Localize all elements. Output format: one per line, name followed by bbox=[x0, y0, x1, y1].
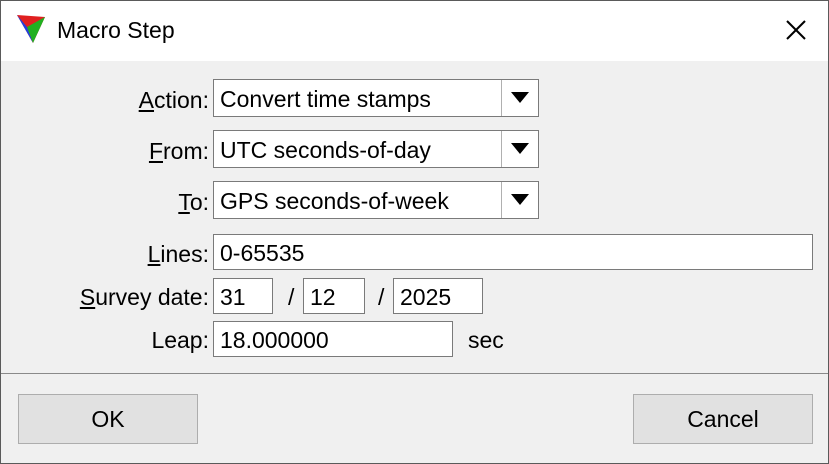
title-bar: Macro Step bbox=[1, 1, 828, 61]
survey-month-value: 12 bbox=[310, 284, 336, 310]
from-label: From: bbox=[148, 138, 209, 164]
to-label: To: bbox=[178, 189, 209, 215]
leap-unit: sec bbox=[468, 327, 504, 353]
from-value: UTC seconds-of-day bbox=[220, 137, 431, 163]
to-select[interactable]: GPS seconds-of-week bbox=[213, 181, 539, 219]
survey-year-value: 2025 bbox=[400, 284, 452, 310]
leap-input[interactable]: 18.000000 bbox=[213, 321, 453, 357]
lines-label: Lines: bbox=[147, 241, 209, 267]
action-select[interactable]: Convert time stamps bbox=[213, 79, 539, 117]
app-triangle-icon bbox=[17, 15, 45, 43]
date-separator: / bbox=[378, 284, 385, 310]
survey-year-input[interactable]: 2025 bbox=[393, 278, 483, 314]
chevron-down-icon bbox=[511, 194, 529, 205]
from-dropdown-button[interactable] bbox=[501, 131, 538, 167]
to-dropdown-button[interactable] bbox=[501, 182, 538, 218]
window-title: Macro Step bbox=[57, 17, 175, 43]
action-label: Action: bbox=[138, 87, 209, 113]
lines-value: 0-65535 bbox=[220, 240, 305, 266]
survey-day-input[interactable]: 31 bbox=[213, 278, 273, 314]
cancel-button[interactable]: Cancel bbox=[633, 394, 813, 444]
from-select[interactable]: UTC seconds-of-day bbox=[213, 130, 539, 168]
separator bbox=[1, 373, 828, 374]
ok-button[interactable]: OK bbox=[18, 394, 198, 444]
chevron-down-icon bbox=[511, 143, 529, 154]
action-value: Convert time stamps bbox=[220, 86, 431, 112]
date-separator: / bbox=[288, 284, 295, 310]
leap-label: Leap: bbox=[151, 327, 209, 353]
survey-month-input[interactable]: 12 bbox=[303, 278, 365, 314]
survey-day-value: 31 bbox=[220, 284, 246, 310]
to-value: GPS seconds-of-week bbox=[220, 188, 449, 214]
leap-value: 18.000000 bbox=[220, 327, 329, 353]
close-icon[interactable] bbox=[779, 13, 813, 47]
action-dropdown-button[interactable] bbox=[501, 80, 538, 116]
macro-step-dialog: Macro Step Action: Convert time stamps F… bbox=[0, 0, 829, 464]
chevron-down-icon bbox=[511, 92, 529, 103]
survey-date-label: Survey date: bbox=[79, 284, 209, 310]
lines-input[interactable]: 0-65535 bbox=[213, 234, 813, 270]
